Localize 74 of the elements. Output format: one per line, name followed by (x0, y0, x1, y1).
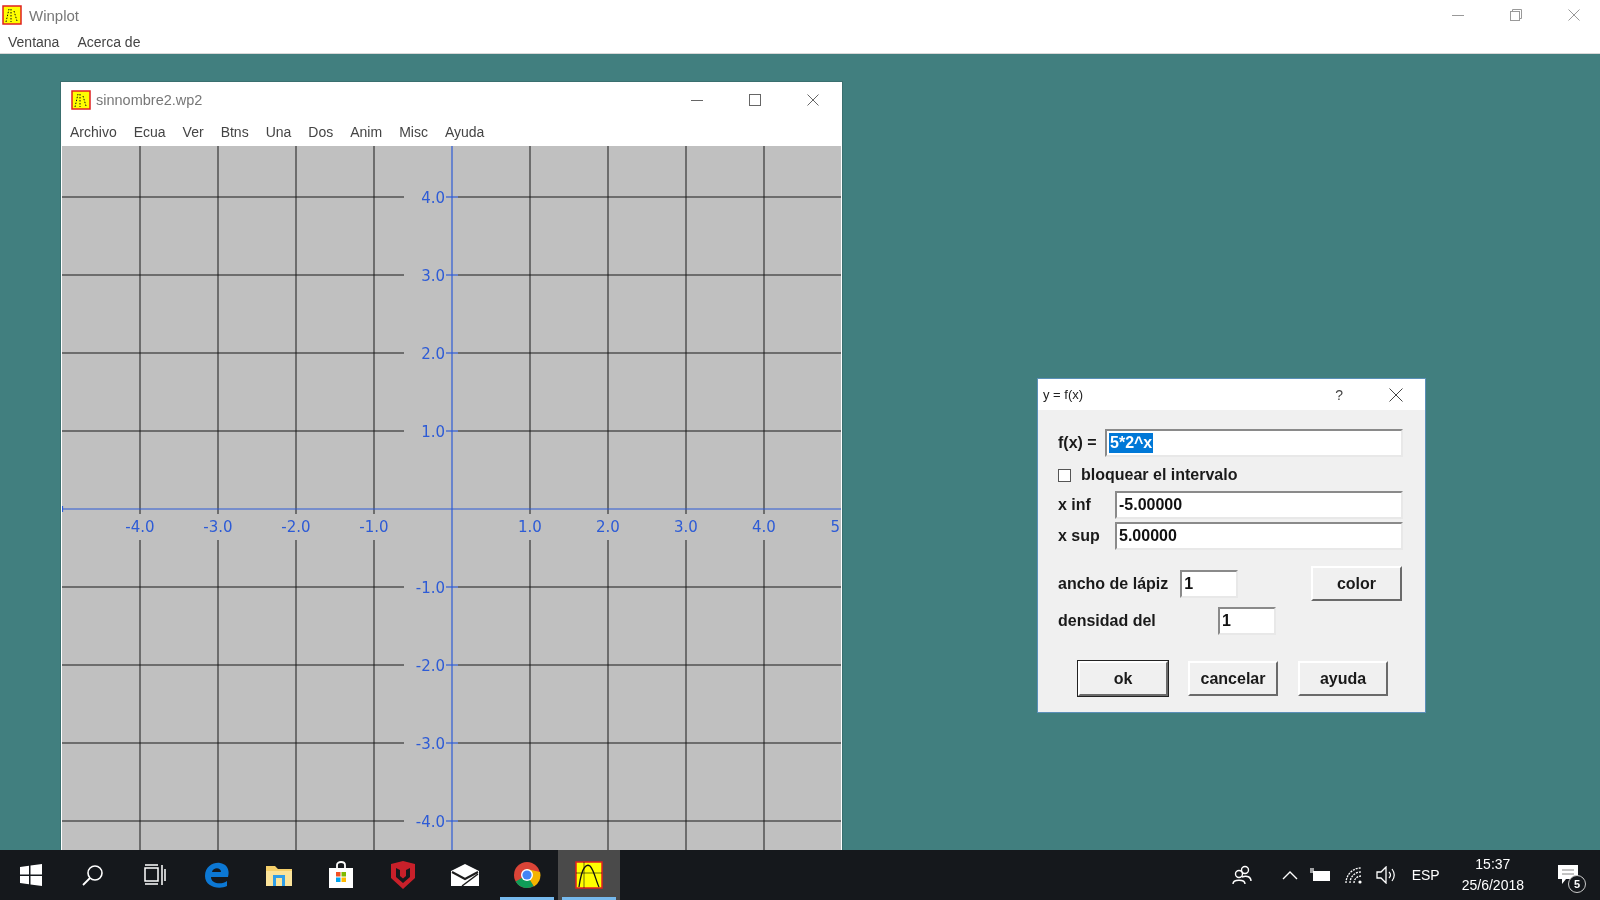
notifications-button[interactable]: 5 (1548, 855, 1588, 895)
taskbar-button[interactable] (558, 850, 620, 900)
menu-item[interactable]: Archivo (70, 124, 117, 140)
tick-label: -2.0 (281, 518, 311, 536)
language-indicator[interactable]: ESP (1411, 867, 1440, 883)
tick-label: 3.0 (421, 267, 445, 285)
menu-item[interactable]: Ver (182, 124, 204, 140)
graph-icon (575, 861, 603, 889)
tick-label: 4.0 (421, 189, 445, 207)
tick-label: 2.0 (596, 518, 620, 536)
letter-e-icon (204, 862, 230, 888)
tick-label: -1.0 (415, 579, 445, 597)
notification-badge: 5 (1568, 875, 1586, 893)
menu-item[interactable]: Ecua (133, 124, 166, 140)
chevron-up-icon[interactable] (1281, 870, 1298, 880)
field-label: x inf (1058, 496, 1092, 514)
menu-item[interactable]: Anim (350, 124, 383, 140)
tick-label: 5 (830, 518, 840, 536)
field-label: x sup (1058, 527, 1101, 545)
input-field[interactable]: 1 (1218, 607, 1276, 635)
menu-item[interactable]: Dos (308, 124, 334, 140)
menu-item[interactable]: Ventana (8, 33, 60, 50)
dialog-button[interactable]: cancelar (1188, 661, 1278, 696)
help-button[interactable]: ? (1335, 386, 1343, 403)
clock[interactable]: 15:37 25/6/2018 (1461, 854, 1524, 896)
start-icon (20, 864, 42, 886)
dialog-button[interactable]: ayuda (1298, 661, 1388, 696)
shield-icon (390, 861, 416, 889)
maximize-icon[interactable] (749, 94, 761, 106)
dialog-title: y = f(x) (1043, 387, 1084, 402)
task-view-icon (144, 864, 166, 886)
tick-label: -2.0 (415, 657, 445, 675)
tick-label: 3.0 (674, 518, 698, 536)
tick-label: -4.0 (125, 518, 155, 536)
close-icon[interactable] (807, 94, 819, 106)
menu-item[interactable]: Acerca de (77, 33, 141, 50)
menu-item[interactable]: Btns (220, 124, 249, 140)
tick-label: 1.0 (421, 423, 445, 441)
speaker-icon[interactable] (1375, 866, 1396, 884)
browser-logo-icon (513, 861, 541, 889)
search-icon (82, 864, 104, 886)
tick-label: 4.0 (752, 518, 776, 536)
window-title: sinnombre2.wp2 (96, 92, 203, 108)
folder-icon (265, 863, 293, 887)
shopping-bag-icon (328, 861, 354, 889)
color-button[interactable]: color (1311, 566, 1402, 601)
field-label: ancho de lápiz (1058, 574, 1169, 593)
field-label: densidad del (1058, 612, 1157, 630)
window-title: Winplot (29, 6, 80, 24)
field-label: f(x) = (1058, 434, 1098, 452)
battery-icon[interactable] (1309, 868, 1332, 882)
close-icon[interactable] (1389, 387, 1403, 402)
restore-icon[interactable] (1510, 9, 1522, 21)
tick-label: 2.0 (421, 345, 445, 363)
people-icon[interactable] (1231, 865, 1252, 885)
checkbox-label: bloquear el intervalo (1081, 466, 1238, 484)
dialog-button[interactable]: ok (1078, 661, 1168, 696)
app-icon (71, 90, 91, 110)
menu-item[interactable]: Misc (399, 124, 428, 140)
tick-label: 1.0 (518, 518, 542, 536)
tick-label: -3.0 (415, 735, 445, 753)
tick-label: -1.0 (359, 518, 389, 536)
wifi-icon[interactable] (1343, 866, 1364, 884)
menu-item[interactable]: Una (265, 124, 292, 140)
input-field[interactable]: 5.00000 (1115, 522, 1403, 550)
envelope-icon (450, 863, 480, 887)
input-field[interactable]: -5.00000 (1115, 491, 1403, 519)
input-field[interactable]: 1 (1180, 569, 1239, 598)
checkbox[interactable] (1058, 468, 1071, 482)
menu-item[interactable]: Ayuda (444, 124, 485, 140)
app-icon (2, 5, 22, 25)
tick-label: -3.0 (203, 518, 233, 536)
function-field[interactable]: 5*2^x (1105, 429, 1403, 457)
tick-label: -4.0 (415, 813, 445, 831)
